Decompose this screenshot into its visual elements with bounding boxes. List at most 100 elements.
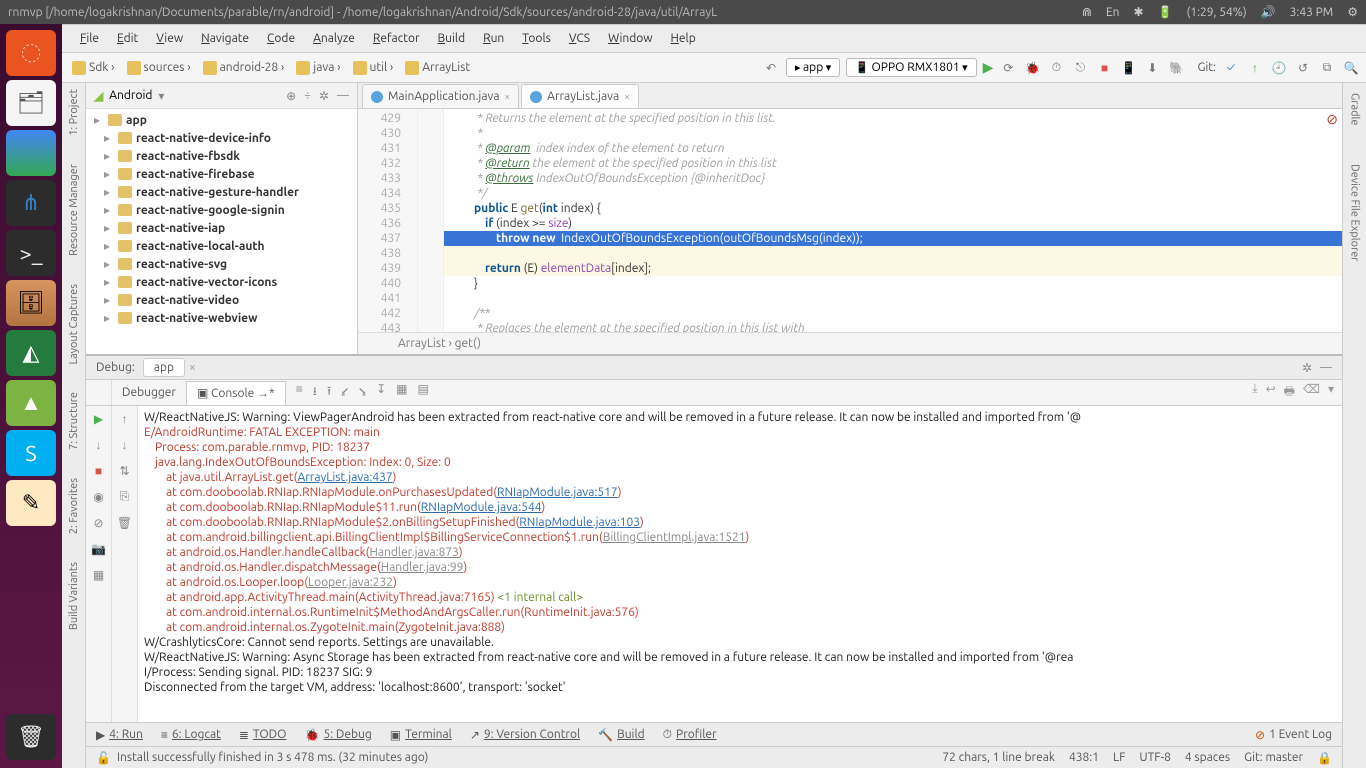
- project-tree[interactable]: ▸app▸react-native-device-info ▸react-nati…: [86, 109, 357, 354]
- error-stripe-icon[interactable]: ⊘: [1326, 111, 1338, 128]
- status-segment[interactable]: LF: [1113, 751, 1125, 765]
- breadcrumb-arraylist[interactable]: ArrayList: [401, 59, 474, 77]
- vcs-history-icon[interactable]: 🕘: [1270, 59, 1288, 77]
- menu-analyze[interactable]: Analyze: [305, 28, 363, 49]
- menu-code[interactable]: Code: [259, 28, 303, 49]
- delete-icon[interactable]: 🗑: [117, 516, 132, 530]
- tree-item[interactable]: ▸react-native-video: [86, 291, 357, 309]
- tree-item[interactable]: ▸app: [86, 111, 357, 129]
- profile-icon[interactable]: ⏱: [1047, 59, 1065, 77]
- menu-tools[interactable]: Tools: [514, 28, 559, 49]
- proj-collapse-icon[interactable]: ÷: [304, 89, 311, 103]
- code-editor[interactable]: 4294304314324334344354364374384394404414…: [358, 109, 1342, 332]
- proj-select-icon[interactable]: ⊕: [286, 89, 296, 103]
- launcher-androidstudio-icon[interactable]: ◭: [6, 330, 56, 376]
- export-icon[interactable]: ⎘: [120, 490, 130, 504]
- launcher-nautilus-icon[interactable]: 🗄: [6, 280, 56, 326]
- tool-1-project[interactable]: 1: Project: [68, 85, 80, 140]
- bottom-4-run[interactable]: ▶4: Run: [96, 728, 143, 742]
- layout-icon[interactable]: ▦: [93, 568, 104, 582]
- project-view-selector[interactable]: Android: [109, 89, 152, 102]
- trace-icon[interactable]: ▤: [417, 382, 428, 403]
- bottom-todo[interactable]: ≣TODO: [239, 728, 287, 742]
- breadcrumb-sources[interactable]: sources ›: [123, 59, 195, 77]
- bottom-build[interactable]: 🔨Build: [598, 728, 645, 742]
- sync-icon[interactable]: 🐘: [1167, 59, 1185, 77]
- filter2-icon[interactable]: ⇅: [119, 464, 129, 478]
- breadcrumb-java[interactable]: java ›: [292, 59, 344, 77]
- bottom-6-logcat[interactable]: ≡6: Logcat: [161, 728, 221, 742]
- tool-layout-captures[interactable]: Layout Captures: [68, 280, 80, 369]
- sdk-icon[interactable]: ⬇: [1143, 59, 1161, 77]
- apply-changes-icon[interactable]: ⟳: [999, 59, 1017, 77]
- force-step-icon[interactable]: ⭸: [359, 382, 366, 403]
- tree-item[interactable]: ▸react-native-local-auth: [86, 237, 357, 255]
- tree-item[interactable]: ▸react-native-webview: [86, 309, 357, 327]
- tree-item[interactable]: ▸react-native-google-signin: [86, 201, 357, 219]
- status-segment[interactable]: 4 spaces: [1185, 751, 1230, 765]
- run-button-icon[interactable]: ▶: [983, 59, 994, 76]
- tool-2-favorites[interactable]: 2: Favorites: [68, 474, 80, 538]
- tree-item[interactable]: ▸react-native-svg: [86, 255, 357, 273]
- split-icon[interactable]: ⧉: [1318, 59, 1336, 77]
- debug-settings-icon[interactable]: ✲: [1302, 361, 1312, 375]
- editor-tab[interactable]: MainApplication.java×: [362, 84, 519, 108]
- proj-hide-icon[interactable]: —: [337, 89, 349, 103]
- tool-build-variants[interactable]: Build Variants: [68, 558, 80, 634]
- debugger-tab[interactable]: Debugger: [112, 382, 186, 403]
- menu-vcs[interactable]: VCS: [561, 28, 598, 49]
- lock-icon[interactable]: 🔓: [96, 751, 111, 765]
- tool-7-structure[interactable]: 7: Structure: [68, 388, 80, 454]
- run-to-cursor-icon[interactable]: ↧: [376, 382, 386, 403]
- step-out-icon[interactable]: ⭱: [327, 382, 331, 403]
- vcs-commit-icon[interactable]: ↑: [1246, 59, 1264, 77]
- clear-icon[interactable]: ⌫: [1303, 382, 1320, 403]
- launcher-dash-icon[interactable]: ◌: [6, 30, 56, 76]
- launcher-terminal-icon[interactable]: >_: [6, 230, 56, 276]
- vcs-revert-icon[interactable]: ↺: [1294, 59, 1312, 77]
- device-selector[interactable]: 📱 OPPO RMX1801 ▾: [846, 58, 976, 77]
- breadcrumb-sdk[interactable]: Sdk ›: [68, 59, 119, 77]
- stop-debug-icon[interactable]: ■: [95, 464, 102, 478]
- debug-icon[interactable]: 🐞: [1023, 59, 1041, 77]
- search-icon[interactable]: 🔍: [1342, 59, 1360, 77]
- console-output[interactable]: W/ReactNativeJS: Warning: ViewPagerAndro…: [138, 406, 1342, 722]
- sound-icon[interactable]: 🔊: [1261, 5, 1276, 19]
- close-tab-icon[interactable]: ×: [505, 91, 511, 102]
- menu-run[interactable]: Run: [475, 28, 512, 49]
- gear-icon[interactable]: ⚙: [1347, 5, 1358, 19]
- launcher-skype-icon[interactable]: S: [6, 430, 56, 476]
- tool-device-file-explorer[interactable]: Device File Explorer: [1349, 160, 1361, 265]
- debug-close-icon[interactable]: ×: [185, 361, 196, 374]
- menu-edit[interactable]: Edit: [109, 28, 146, 49]
- proj-settings-icon[interactable]: ✲: [319, 89, 329, 103]
- battery-icon[interactable]: 🔋: [1158, 5, 1173, 19]
- mute-breakpoints-icon[interactable]: ⊘: [93, 516, 103, 530]
- padlock-icon[interactable]: 🔒: [1317, 751, 1332, 765]
- step-over-icon[interactable]: ≡: [296, 382, 303, 403]
- bottom-5-debug[interactable]: 🐞5: Debug: [304, 728, 371, 742]
- menu-view[interactable]: View: [148, 28, 191, 49]
- wifi-icon[interactable]: ⋒: [1082, 5, 1092, 19]
- close-tab-icon[interactable]: ×: [624, 91, 630, 102]
- attach-icon[interactable]: ⎋: [1071, 59, 1089, 77]
- launcher-androidstudio2-icon[interactable]: ▲: [6, 380, 56, 426]
- tree-item[interactable]: ▸react-native-iap: [86, 219, 357, 237]
- filter-icon[interactable]: ▾: [1328, 382, 1334, 403]
- tree-item[interactable]: ▸react-native-vector-icons: [86, 273, 357, 291]
- print-icon[interactable]: 🖶: [1284, 382, 1295, 403]
- status-segment[interactable]: Git: master: [1244, 751, 1303, 765]
- tool-resource-manager[interactable]: Resource Manager: [68, 160, 80, 260]
- bottom-9-version-control[interactable]: ↗9: Version Control: [470, 728, 580, 742]
- breadcrumb-android-28[interactable]: android-28 ›: [199, 59, 289, 77]
- launcher-vscode-icon[interactable]: ⋔: [6, 180, 56, 226]
- run-config-selector[interactable]: ▸ app ▾: [786, 58, 840, 77]
- stop-icon[interactable]: ■: [1095, 59, 1113, 77]
- menu-navigate[interactable]: Navigate: [193, 28, 257, 49]
- back-icon[interactable]: ↶: [762, 59, 780, 77]
- tool-gradle[interactable]: Gradle: [1349, 89, 1361, 130]
- debug-hide-icon[interactable]: —: [1320, 361, 1332, 375]
- tree-item[interactable]: ▸react-native-device-info: [86, 129, 357, 147]
- resume-icon[interactable]: ▶: [94, 412, 103, 426]
- menu-file[interactable]: File: [72, 28, 107, 49]
